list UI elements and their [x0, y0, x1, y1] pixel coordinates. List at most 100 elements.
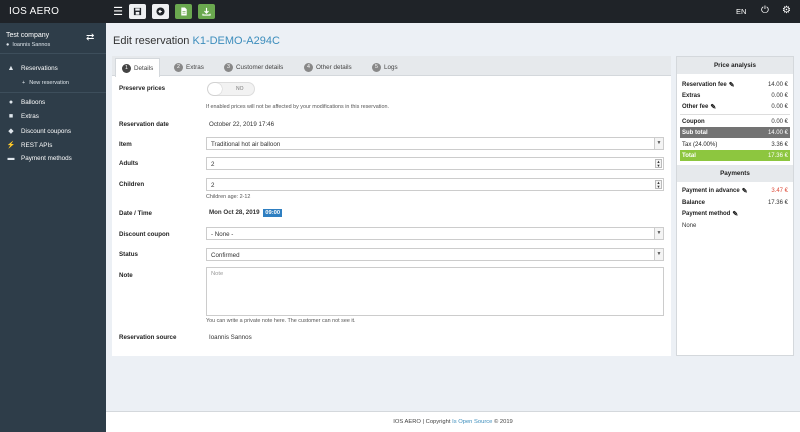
tab-label: Customer details — [236, 63, 284, 71]
sidebar-item-rest-apis[interactable]: ⚡ REST APIs — [6, 141, 53, 150]
edit-icon[interactable]: ✎ — [710, 103, 716, 111]
sidebar-item-label: Balloons — [21, 99, 46, 106]
stepper-icon[interactable]: ▲ ▼ — [655, 180, 662, 189]
payment-method-value-row: None — [680, 220, 790, 231]
stepper-icon[interactable]: ▲ ▼ — [655, 159, 662, 168]
language-selector[interactable]: EN — [736, 7, 746, 16]
sidebar-item-label: Reservations — [21, 65, 58, 72]
discount-coupon-select[interactable]: - None - ▼ — [206, 227, 664, 240]
payment-row-method: Payment method ✎ — [680, 208, 790, 219]
price-row-value: 17.36 € — [767, 152, 788, 159]
footer-prefix: IOS AERO | Copyright — [393, 419, 451, 425]
date-value: Mon Oct 28, 2019 — [209, 209, 260, 216]
sidebar-item-payment-methods[interactable]: ▬ Payment methods — [6, 155, 72, 162]
chevron-down-icon: ▼ — [654, 228, 663, 239]
sidebar-item-reservations[interactable]: ▲ Reservations — [6, 65, 58, 72]
sidebar-item-balloons[interactable]: ● Balloons — [6, 99, 45, 106]
power-icon[interactable]: ⏻ — [761, 5, 769, 16]
price-row-key: Sub total — [682, 129, 708, 136]
time-badge: 09:00 — [263, 209, 283, 217]
divider — [680, 114, 790, 115]
discount-coupon-value: - None - — [211, 231, 234, 238]
tab-other-details[interactable]: 4 Other details — [298, 58, 358, 76]
download-button[interactable] — [198, 4, 215, 19]
tab-number: 1 — [122, 63, 131, 73]
sidebar-subitem-new-reservation[interactable]: + New reservation — [22, 80, 69, 86]
price-row-key: Total — [682, 152, 696, 159]
back-arrow-icon — [156, 7, 165, 16]
price-row-key: Reservation fee — [682, 81, 727, 88]
balloon-icon: ● — [8, 99, 14, 106]
company-name: Test company — [6, 32, 50, 39]
item-select-value: Traditional hot air balloon — [211, 141, 281, 148]
reservation-code: K1-DEMO-A294C — [192, 35, 280, 47]
payment-row-advance: Payment in advance ✎ 3.47 € — [680, 185, 790, 196]
toggle-state: NO — [236, 86, 244, 92]
payment-row-value: 3.47 € — [771, 187, 788, 194]
reservation-source-label: Reservation source — [119, 334, 177, 341]
datetime-label: Date / Time — [119, 210, 152, 217]
tab-number: 5 — [372, 62, 381, 72]
payment-row-key: Balance — [682, 199, 706, 206]
note-textarea[interactable]: Note — [206, 267, 664, 316]
tab-label: Other details — [316, 63, 352, 71]
adults-label: Adults — [119, 160, 139, 167]
edit-icon[interactable]: ✎ — [732, 210, 738, 218]
tab-logs[interactable]: 5 Logs — [366, 58, 404, 76]
price-row-key: Extras — [682, 92, 701, 99]
adults-value: 2 — [211, 161, 215, 168]
save-button[interactable] — [129, 4, 146, 19]
adults-input[interactable]: 2 ▲ ▼ — [206, 157, 664, 170]
page-title: Edit reservation K1-DEMO-A294C — [113, 35, 280, 47]
tab-customer-details[interactable]: 3 Customer details — [218, 58, 289, 76]
sidebar-item-extras[interactable]: ■ Extras — [6, 113, 39, 120]
tab-label: Logs — [384, 63, 398, 71]
status-label: Status — [119, 251, 138, 258]
datetime-value[interactable]: Mon Oct 28, 2019 09:00 — [209, 209, 283, 217]
tab-extras[interactable]: 2 Extras — [168, 58, 210, 76]
price-row-value: 3.36 € — [771, 141, 788, 148]
status-select[interactable]: Confirmed ▼ — [206, 248, 664, 261]
tab-number: 4 — [304, 62, 313, 72]
footer: IOS AERO | Copyright Is Open Source © 20… — [106, 411, 800, 432]
sidebar: Test company ● Ioannis Sannos ⇄ ▲ Reserv… — [0, 23, 106, 432]
payment-row-key: Payment in advance — [682, 187, 740, 194]
item-select[interactable]: Traditional hot air balloon ▼ — [206, 137, 664, 150]
footer-link[interactable]: Is Open Source — [452, 419, 492, 425]
note-hint: You can write a private note here. The c… — [206, 318, 356, 324]
switch-company-icon[interactable]: ⇄ — [86, 32, 94, 43]
discount-coupon-label: Discount coupon — [119, 231, 170, 238]
price-row-value: 0.00 € — [771, 103, 788, 110]
gear-icon[interactable]: ⚙ — [782, 5, 791, 16]
menu-toggle-button[interactable]: ☰ — [111, 4, 125, 19]
footer-suffix: © 2019 — [494, 419, 513, 425]
payment-row-key: Payment method — [682, 210, 731, 217]
plug-icon: ⚡ — [6, 142, 16, 149]
back-button[interactable] — [152, 4, 169, 19]
sidebar-divider — [0, 53, 106, 54]
tab-bar: 1 Details 2 Extras 3 Customer details 4 … — [112, 56, 671, 77]
price-row-value: 14.00 € — [767, 81, 788, 88]
edit-icon[interactable]: ✎ — [742, 187, 748, 195]
reservation-form-panel: 1 Details 2 Extras 3 Customer details 4 … — [112, 56, 671, 356]
payments-title: Payments — [677, 165, 793, 182]
sidebar-item-label: Discount coupons — [21, 127, 72, 135]
tab-details[interactable]: 1 Details — [115, 58, 161, 77]
children-label: Children — [119, 181, 145, 188]
children-input[interactable]: 2 ▲ ▼ — [206, 178, 664, 191]
document-button[interactable] — [175, 4, 192, 19]
price-row-key: Tax (24.00%) — [682, 141, 718, 148]
app-title: IOS AERO — [9, 6, 60, 17]
price-row-key: Coupon — [682, 118, 705, 125]
price-analysis-panel: Price analysis Reservation fee ✎ 14.00 € … — [676, 56, 794, 356]
price-row-key: Other fee — [682, 103, 709, 110]
sidebar-divider — [0, 92, 106, 93]
sidebar-item-discount-coupons[interactable]: ◆ Discount coupons — [6, 127, 72, 136]
sidebar-subitem-label: New reservation — [29, 80, 69, 86]
preserve-prices-toggle[interactable]: NO — [207, 82, 255, 96]
user-icon: ● — [6, 42, 10, 48]
payment-row-value: 17.36 € — [767, 199, 788, 206]
tag-icon: ◆ — [8, 128, 14, 135]
edit-icon[interactable]: ✎ — [729, 81, 735, 89]
price-row-value: 0.00 € — [771, 118, 788, 125]
